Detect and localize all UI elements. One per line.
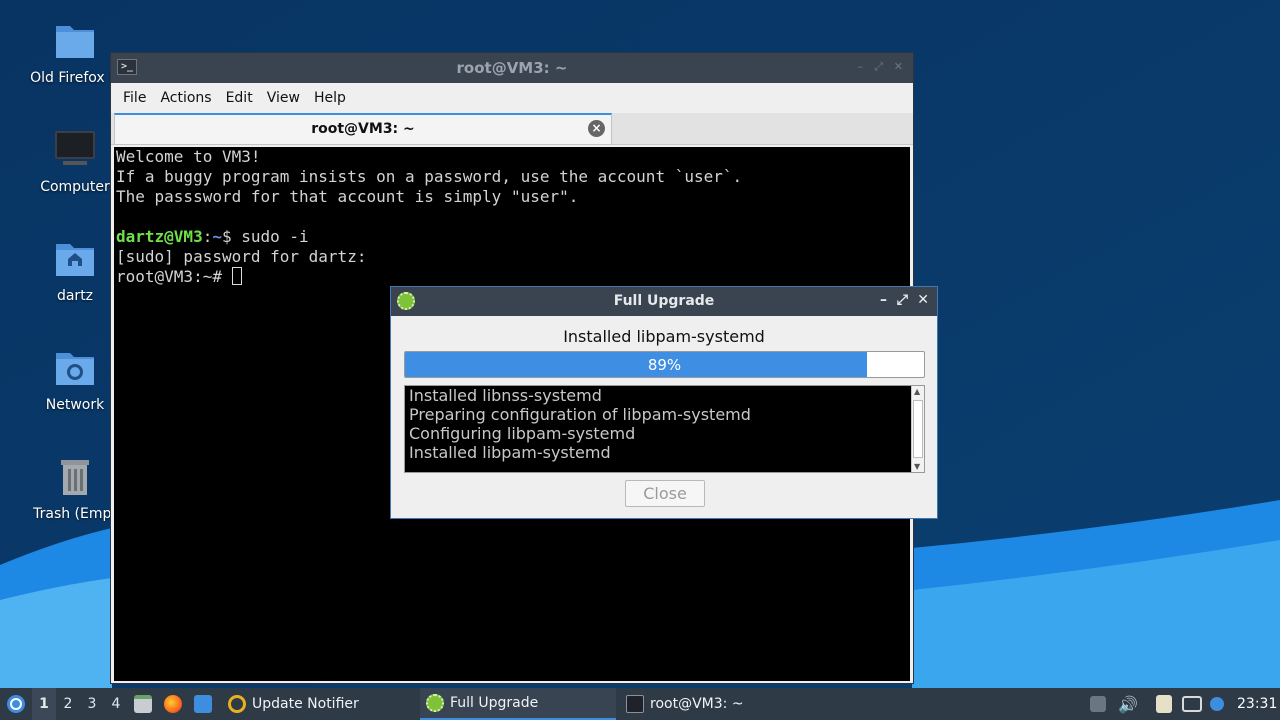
terminal-cursor	[231, 267, 242, 285]
task-update-notifier[interactable]: Update Notifier	[222, 688, 418, 720]
terminal-menubar: File Actions Edit View Help	[111, 83, 913, 113]
desktop-launcher[interactable]	[194, 688, 212, 720]
full-upgrade-dialog: Full Upgrade – ⤢ ✕ Installed libpam-syst…	[390, 286, 938, 519]
prompt-command: $ sudo -i	[221, 227, 309, 246]
prompt-separator: :	[202, 227, 213, 246]
network-monitor-icon	[1182, 696, 1202, 712]
terminal-icon	[626, 695, 644, 713]
computer-icon	[55, 131, 95, 165]
root-prompt: root@VM3:~#	[116, 267, 232, 286]
prompt-path: ~	[212, 227, 222, 246]
prompt-user: dartz@VM3	[116, 227, 203, 246]
log-entry: Configuring libpam-systemd	[409, 424, 636, 443]
workspace-4[interactable]: 4	[104, 688, 128, 720]
tab-label: root@VM3: ~	[311, 121, 415, 137]
taskbar: 1 2 3 4 Update Notifier Full Upgrade roo…	[0, 688, 1280, 720]
minimize-button[interactable]: –	[858, 60, 864, 73]
dialog-title: Full Upgrade	[613, 293, 715, 309]
network-tray[interactable]	[1182, 688, 1202, 720]
log-entry: Installed libpam-systemd	[409, 443, 611, 462]
update-alert-icon	[1210, 697, 1224, 711]
start-menu-button[interactable]	[4, 688, 28, 720]
progress-percent: 89%	[647, 356, 682, 374]
task-full-upgrade[interactable]: Full Upgrade	[420, 688, 616, 720]
firefox-launcher[interactable]	[164, 688, 182, 720]
task-label: root@VM3: ~	[650, 696, 744, 712]
terminal-root-prompt-line: root@VM3:~#	[116, 267, 908, 287]
log-entries: Installed libnss-systemd Preparing confi…	[409, 386, 908, 462]
menu-actions[interactable]: Actions	[153, 90, 218, 106]
menu-view[interactable]: View	[260, 90, 307, 106]
volume-icon: 🔊	[1118, 694, 1138, 714]
log-entry: Preparing configuration of libpam-system…	[409, 405, 751, 424]
home-folder-icon	[56, 244, 94, 276]
trash-icon	[61, 460, 89, 495]
workspace-3[interactable]: 3	[80, 688, 104, 720]
network-folder-icon	[56, 353, 94, 385]
file-manager-launcher[interactable]	[134, 688, 152, 720]
show-desktop-icon	[194, 695, 212, 713]
lubuntu-logo-icon	[7, 695, 25, 713]
terminal-titlebar[interactable]: >_ root@VM3: ~ – ⤢ ✕	[111, 53, 913, 83]
terminal-line: Welcome to VM3!	[116, 147, 261, 166]
menu-help[interactable]: Help	[307, 90, 353, 106]
gear-icon	[426, 694, 444, 712]
firefox-icon	[164, 695, 182, 713]
log-entry: Installed libnss-systemd	[409, 386, 602, 405]
scrollbar-thumb[interactable]	[913, 400, 923, 458]
tab-root-vm3[interactable]: root@VM3: ~ ×	[114, 113, 612, 145]
terminal-line: The passsword for that account is simply…	[116, 187, 579, 206]
terminal-tabbar: root@VM3: ~ ×	[111, 113, 913, 145]
terminal-title: root@VM3: ~	[456, 59, 568, 77]
scroll-up-icon[interactable]: ▲	[914, 387, 920, 396]
menu-file[interactable]: File	[116, 90, 153, 106]
upgrade-log[interactable]: Installed libnss-systemd Preparing confi…	[404, 385, 925, 473]
tab-close-icon[interactable]: ×	[588, 120, 605, 137]
clipboard-icon	[1156, 695, 1172, 713]
update-notifier-icon	[228, 695, 246, 713]
close-button[interactable]: Close	[625, 480, 705, 507]
dialog-titlebar[interactable]: Full Upgrade – ⤢ ✕	[391, 287, 937, 316]
dialog-restore-button[interactable]: ⤢	[897, 292, 908, 308]
log-scrollbar[interactable]: ▲ ▼	[911, 386, 924, 472]
workspace-2[interactable]: 2	[56, 688, 80, 720]
tray-arrow[interactable]	[1090, 688, 1106, 720]
dialog-minimize-button[interactable]: –	[880, 292, 887, 308]
upgrade-status-text: Installed libpam-systemd	[563, 327, 765, 346]
task-label: Full Upgrade	[450, 695, 539, 711]
folder-icon	[56, 26, 94, 58]
terminal-prompt-line: dartz@VM3:~$ sudo -i	[116, 227, 908, 247]
dialog-close-button[interactable]: ✕	[917, 292, 929, 308]
maximize-button[interactable]: ⤢	[874, 60, 883, 74]
workspace-1[interactable]: 1	[32, 688, 56, 720]
close-button[interactable]: ✕	[894, 60, 903, 73]
terminal-line: If a buggy program insists on a password…	[116, 167, 743, 186]
menu-edit[interactable]: Edit	[219, 90, 260, 106]
volume-control[interactable]: 🔊	[1118, 688, 1138, 720]
clipboard-tray[interactable]	[1156, 688, 1172, 720]
file-manager-icon	[134, 695, 152, 713]
terminal-line: [sudo] password for dartz:	[116, 247, 367, 266]
scroll-down-icon[interactable]: ▼	[914, 462, 920, 471]
clock[interactable]: 23:31	[1237, 688, 1277, 720]
tray-expand-icon	[1090, 696, 1106, 712]
upgrade-progress-bar: 89%	[404, 351, 925, 378]
update-tray[interactable]	[1210, 688, 1224, 720]
task-label: Update Notifier	[252, 696, 359, 712]
task-terminal[interactable]: root@VM3: ~	[620, 688, 816, 720]
